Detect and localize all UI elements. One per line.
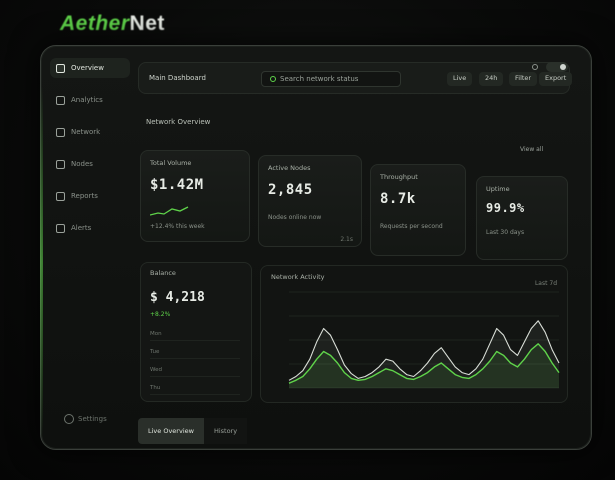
activity-chart (288, 291, 560, 389)
document-icon (56, 191, 65, 201)
stat-label: Throughput (380, 173, 418, 181)
sidebar-item-label: Alerts (71, 224, 92, 232)
stat-value: 2,845 (268, 182, 313, 198)
theme-toggle[interactable] (546, 62, 568, 72)
view-all-link[interactable]: View all (520, 146, 543, 153)
bottom-tabs: Live Overview History (138, 418, 248, 444)
range-24h-button[interactable]: 24h (479, 72, 504, 86)
export-button[interactable]: Export (539, 72, 573, 86)
search-input[interactable]: Search network status (261, 71, 401, 87)
stat-card-uptime[interactable]: Uptime 99.9% Last 30 days (476, 176, 568, 260)
home-icon (56, 63, 65, 73)
balance-row: Thu (150, 385, 240, 395)
sidebar-item-label: Nodes (71, 160, 93, 168)
network-icon (56, 127, 65, 137)
brand-logo: AetherNet (60, 12, 165, 36)
filter-button[interactable]: Filter (509, 72, 538, 86)
stat-meta: 2.1s (340, 236, 353, 243)
stat-sub: Requests per second (380, 223, 443, 230)
notification-icon[interactable] (532, 64, 538, 70)
settings-label: Settings (78, 415, 107, 423)
sparkline (150, 206, 189, 216)
search-icon (270, 76, 276, 82)
stat-sub: Last 30 days (486, 229, 525, 236)
search-text: Search network status (280, 75, 359, 83)
tab-history[interactable]: History (203, 418, 248, 444)
sidebar-item-reports[interactable]: Reports (50, 186, 130, 206)
sidebar-item-overview[interactable]: Overview (50, 58, 130, 78)
section-title: Network Overview (146, 118, 211, 126)
stat-label: Total Volume (150, 159, 192, 167)
top-bar: Main Dashboard Search network status Liv… (138, 62, 573, 94)
settings-button[interactable]: Settings (64, 414, 107, 424)
stat-card-throughput[interactable]: Throughput 8.7k Requests per second (370, 164, 466, 256)
nodes-icon (56, 159, 65, 169)
sidebar-item-label: Overview (71, 64, 104, 72)
sidebar-item-network[interactable]: Network (50, 122, 130, 142)
page-title: Main Dashboard (149, 74, 206, 82)
sidebar-item-nodes[interactable]: Nodes (50, 154, 130, 174)
brand-name-part1: Aether (60, 12, 130, 35)
sidebar: Overview Analytics Network Nodes Reports… (50, 58, 130, 438)
balance-row: Mon (150, 331, 240, 341)
brand-name-part2: Net (129, 12, 165, 35)
sidebar-item-label: Analytics (71, 96, 103, 104)
sidebar-item-label: Network (71, 128, 101, 136)
sidebar-item-label: Reports (71, 192, 98, 200)
tab-live-overview[interactable]: Live Overview (138, 418, 204, 444)
stat-value: 99.9% (486, 201, 525, 215)
balance-row: Tue (150, 349, 240, 359)
sidebar-item-analytics[interactable]: Analytics (50, 90, 130, 110)
balance-row: Wed (150, 367, 240, 377)
live-button[interactable]: Live (447, 72, 473, 86)
stat-label: Uptime (486, 185, 510, 193)
stat-card-volume[interactable]: Total Volume $1.42M +12.4% this week (140, 150, 250, 242)
gear-icon (64, 414, 74, 424)
stat-label: Active Nodes (268, 164, 311, 172)
chart-icon (56, 95, 65, 105)
balance-label: Balance (150, 269, 176, 277)
bell-icon (56, 223, 65, 233)
stat-value: $1.42M (150, 177, 204, 193)
stat-sub: Nodes online now (268, 214, 322, 221)
stat-sub: +12.4% this week (150, 223, 205, 230)
balance-value: $ 4,218 (150, 290, 205, 305)
stat-card-nodes[interactable]: Active Nodes 2,845 Nodes online now 2.1s (258, 155, 362, 247)
balance-card[interactable]: Balance $ 4,218 +8.2% Mon Tue Wed Thu (140, 262, 252, 402)
activity-chart-card[interactable]: Network Activity Last 7d (260, 265, 568, 403)
stat-value: 8.7k (380, 191, 416, 207)
sidebar-item-alerts[interactable]: Alerts (50, 218, 130, 238)
balance-change: +8.2% (150, 311, 171, 318)
